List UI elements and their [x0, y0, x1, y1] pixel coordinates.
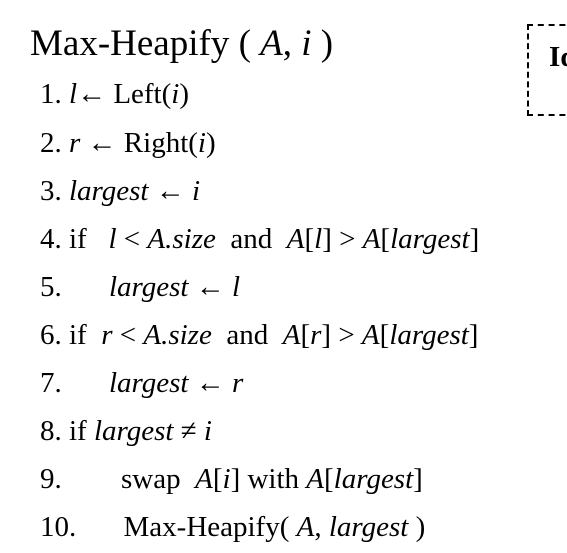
var-largest: largest	[328, 511, 409, 543]
var-r: r	[231, 367, 244, 399]
line-number: 8.	[40, 415, 62, 447]
code-line-6: 6. if r < A.size and A[r] > A[largest]	[40, 317, 478, 353]
code-line-9: 9. swap A[i] with A[largest]	[40, 461, 423, 497]
code-line-7: 7. largest ← r	[40, 365, 243, 401]
var-i: i	[197, 127, 206, 159]
var-largest: largest	[333, 463, 414, 495]
title-open-paren: (	[229, 23, 261, 64]
note-text: Id	[549, 41, 567, 73]
array-a: A	[286, 223, 305, 255]
var-largest: largest	[389, 319, 469, 351]
code-line-2: 2. r ← Right(i)	[40, 125, 216, 161]
less-than: <	[116, 223, 148, 255]
line-number: 2.	[40, 127, 62, 159]
var-l: l	[69, 78, 78, 110]
var-r: r	[69, 127, 81, 159]
a-size: A.size	[147, 223, 216, 255]
keyword-if: if	[69, 319, 87, 351]
assign-arrow-icon: ←	[195, 271, 225, 303]
close-paren: )	[179, 78, 190, 110]
assign-arrow-icon: ←	[155, 175, 185, 207]
keyword-and: and	[230, 223, 273, 255]
title-separator: ,	[282, 23, 302, 64]
title-arg-i: i	[301, 23, 312, 64]
pseudocode-title: Max-Heapify ( A, i )	[30, 22, 333, 66]
keyword-swap: swap	[121, 463, 181, 495]
function-name: Max-Heapify	[30, 23, 230, 64]
code-line-5: 5. largest ← l	[40, 269, 240, 305]
keyword-and: and	[226, 319, 269, 351]
close-paren: )	[408, 511, 426, 543]
array-a: A	[282, 319, 301, 351]
not-equal: ≠	[173, 415, 204, 447]
keyword-if: if	[69, 415, 87, 447]
open-bracket: [	[304, 223, 315, 255]
title-arg-a: A	[260, 23, 283, 64]
code-line-4: 4. if l < A.size and A[l] > A[largest]	[40, 221, 479, 257]
line-number: 5.	[40, 271, 62, 303]
close-bracket: ]	[469, 223, 480, 255]
var-i: i	[203, 415, 212, 447]
open-bracket: [	[324, 463, 334, 495]
var-largest: largest	[93, 415, 174, 447]
close-bracket: ]	[468, 319, 479, 351]
var-r: r	[310, 319, 322, 351]
code-line-3: 3. largest ← i	[40, 173, 200, 209]
var-l: l	[231, 271, 241, 303]
recursive-call: Max-Heapify(	[123, 511, 290, 543]
line-number: 4.	[40, 223, 62, 255]
array-a: A	[361, 319, 380, 351]
close-paren: )	[205, 127, 216, 159]
var-i: i	[222, 463, 231, 495]
array-a: A	[195, 463, 213, 495]
open-bracket: [	[300, 319, 311, 351]
array-a: A	[306, 463, 324, 495]
a-size: A.size	[143, 319, 212, 351]
title-close-paren: )	[311, 23, 334, 64]
close-bracket: ]	[413, 463, 423, 495]
greater-than: ] >	[321, 319, 362, 351]
code-line-8: 8. if largest ≠ i	[40, 413, 212, 449]
keyword-if: if	[69, 223, 87, 255]
open-bracket: [	[212, 463, 223, 495]
line-number: 1.	[40, 78, 62, 110]
var-largest: largest	[390, 223, 470, 255]
expr-right-call: Right(	[116, 127, 198, 159]
array-a: A	[296, 511, 315, 543]
var-r: r	[101, 319, 113, 351]
var-largest: largest	[69, 175, 149, 207]
line-number: 6.	[40, 319, 62, 351]
var-i: i	[191, 175, 201, 207]
var-largest: largest	[109, 367, 189, 399]
code-line-1: 1. l← Left(i)	[40, 76, 189, 112]
var-l: l	[314, 223, 323, 255]
array-a: A	[362, 223, 381, 255]
less-than: <	[112, 319, 144, 351]
note-box: Id	[527, 24, 567, 116]
assign-arrow-icon: ←	[195, 367, 225, 399]
assign-arrow-icon: ←	[87, 127, 117, 159]
code-line-10: 10. Max-Heapify( A, largest )	[40, 509, 425, 545]
line-number: 3.	[40, 175, 62, 207]
arg-separator: ,	[314, 511, 329, 543]
line-number: 7.	[40, 367, 62, 399]
line-number: 10.	[40, 511, 77, 543]
var-largest: largest	[109, 271, 189, 303]
expr-left-call: Left(	[106, 78, 172, 110]
open-bracket: [	[380, 223, 391, 255]
greater-than: ] >	[322, 223, 363, 255]
close-bracket-with: ] with	[230, 463, 307, 495]
var-l: l	[108, 223, 117, 255]
line-number: 9.	[40, 463, 62, 495]
open-bracket: [	[379, 319, 390, 351]
assign-arrow-icon: ←	[77, 78, 107, 110]
